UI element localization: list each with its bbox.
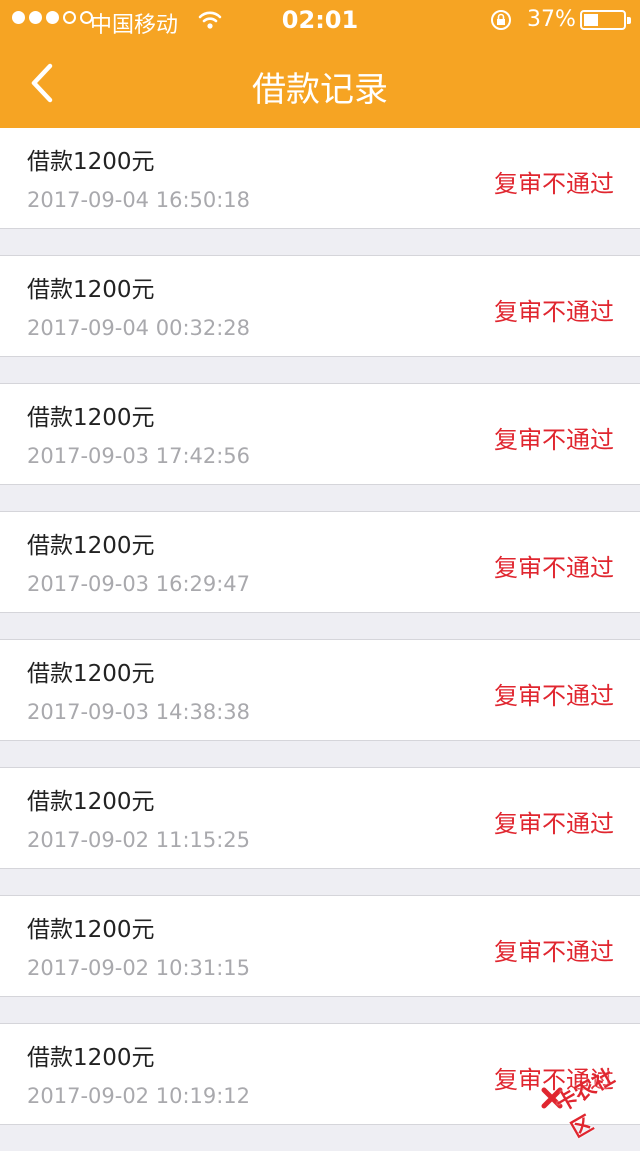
loan-amount: 借款1200元 — [27, 277, 155, 303]
loan-amount: 借款1200元 — [27, 149, 155, 175]
list-item[interactable]: 借款1200元 2017-09-02 11:15:25 复审不通过 — [0, 767, 640, 869]
loan-status: 复审不通过 — [494, 170, 614, 198]
loan-status: 复审不通过 — [494, 554, 614, 582]
loan-amount: 借款1200元 — [27, 661, 155, 687]
battery-icon — [580, 10, 631, 30]
loan-timestamp: 2017-09-02 11:15:25 — [27, 828, 251, 852]
loan-status: 复审不通过 — [494, 426, 614, 454]
loan-amount: 借款1200元 — [27, 917, 155, 943]
loan-amount: 借款1200元 — [27, 1045, 155, 1071]
loan-amount: 借款1200元 — [27, 789, 155, 815]
list-item[interactable]: 借款1200元 2017-09-03 16:29:47 复审不通过 — [0, 511, 640, 613]
loan-timestamp: 2017-09-03 17:42:56 — [27, 444, 251, 468]
list-item[interactable]: 借款1200元 2017-09-03 17:42:56 复审不通过 — [0, 383, 640, 485]
loan-timestamp: 2017-09-02 10:19:12 — [27, 1084, 251, 1108]
loan-record-list: 借款1200元 2017-09-04 16:50:18 复审不通过 借款1200… — [0, 128, 640, 1151]
loan-amount: 借款1200元 — [27, 533, 155, 559]
battery-percentage: 37% — [527, 7, 576, 32]
loan-timestamp: 2017-09-03 16:29:47 — [27, 572, 251, 596]
loan-status: 复审不通过 — [494, 810, 614, 838]
loan-status: 复审不通过 — [494, 938, 614, 966]
list-item[interactable]: 借款1200元 2017-09-03 14:38:38 复审不通过 — [0, 639, 640, 741]
loan-timestamp: 2017-09-04 16:50:18 — [27, 188, 251, 212]
loan-timestamp: 2017-09-02 10:31:15 — [27, 956, 251, 980]
list-item[interactable]: 借款1200元 2017-09-02 10:31:15 复审不通过 — [0, 895, 640, 997]
loan-timestamp: 2017-09-03 14:38:38 — [27, 700, 251, 724]
list-item[interactable]: 借款1200元 2017-09-04 00:32:28 复审不通过 — [0, 255, 640, 357]
loan-amount: 借款1200元 — [27, 405, 155, 431]
app-header: 中国移动 02:01 37% 借款记录 — [0, 0, 640, 128]
rotation-lock-icon — [491, 10, 511, 30]
loan-timestamp: 2017-09-04 00:32:28 — [27, 316, 251, 340]
watermark-logo: 卡农社区 — [540, 1058, 632, 1142]
status-bar: 中国移动 02:01 37% — [0, 0, 640, 40]
loan-status: 复审不通过 — [494, 682, 614, 710]
list-item[interactable]: 借款1200元 2017-09-04 16:50:18 复审不通过 — [0, 128, 640, 229]
loan-status: 复审不通过 — [494, 298, 614, 326]
page-title: 借款记录 — [252, 70, 388, 110]
